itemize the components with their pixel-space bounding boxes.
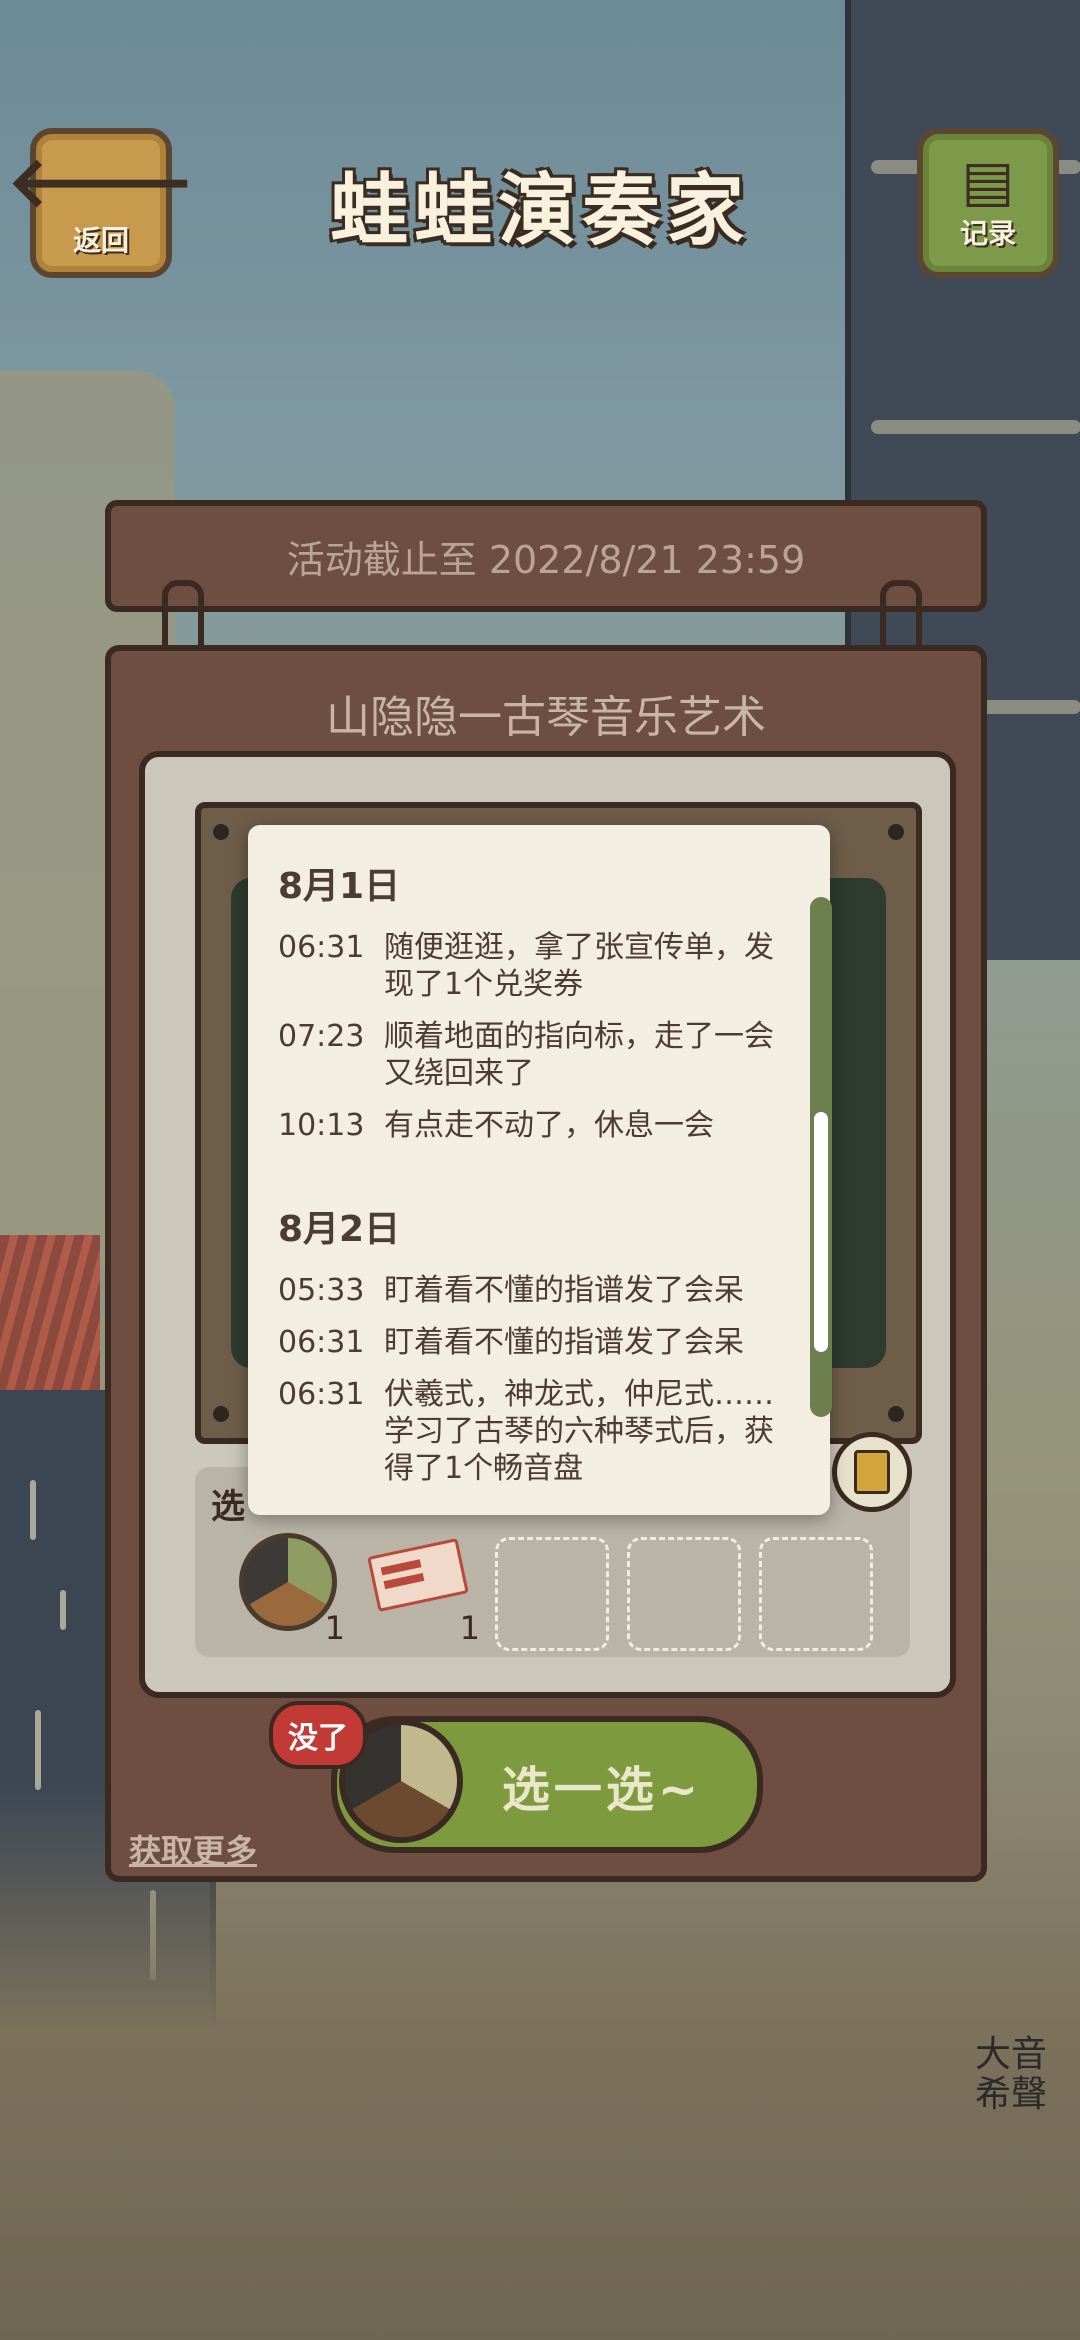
tray-label: 选 — [211, 1487, 245, 1527]
log-scrollbar[interactable] — [810, 897, 832, 1417]
empty-badge: 没了 — [269, 1701, 367, 1769]
record-button[interactable]: ▤ 记录 — [917, 128, 1059, 278]
log-toggle-button[interactable] — [832, 1432, 912, 1512]
log-entry: 06:31 随便逛逛，拿了张宣传单，发现了1个兑奖券 — [278, 929, 790, 1003]
activity-log-popup: 8月1日 06:31 随便逛逛，拿了张宣传单，发现了1个兑奖券 07:23 顺着… — [248, 825, 832, 1515]
deadline-text: 活动截止至 2022/8/21 23:59 — [286, 537, 806, 582]
deadline-sign: 活动截止至 2022/8/21 23:59 — [105, 500, 987, 612]
log-content: 8月1日 06:31 随便逛逛，拿了张宣传单，发现了1个兑奖券 07:23 顺着… — [278, 857, 790, 1502]
watermark-logo: 大音 希聲 — [975, 2034, 1048, 2115]
log-day: 8月1日 06:31 随便逛逛，拿了张宣传单，发现了1个兑奖券 07:23 顺着… — [278, 857, 790, 1144]
log-time: 05:33 — [278, 1273, 365, 1308]
log-day: 8月2日 05:33 盯着看不懂的指谱发了会呆 06:31 盯着看不懂的指谱发了… — [278, 1200, 790, 1487]
empty-slot — [495, 1537, 609, 1651]
log-time: 06:31 — [278, 1377, 365, 1412]
event-title: 山隐隐一古琴音乐艺术 — [326, 692, 766, 743]
log-text: 顺着地面的指向标，走了一会又绕回来了 — [384, 1019, 774, 1091]
log-text: 随便逛逛，拿了张宣传单，发现了1个兑奖券 — [384, 930, 774, 1002]
calendar-icon: ▤ — [961, 149, 1015, 214]
log-scroll-thumb[interactable] — [814, 1112, 828, 1352]
get-more-link[interactable]: 获取更多 — [129, 1826, 257, 1872]
log-text: 盯着看不懂的指谱发了会呆 — [384, 1325, 744, 1360]
log-day-title: 8月1日 — [278, 866, 401, 907]
document-icon — [854, 1450, 890, 1494]
compass-item[interactable]: 1 — [235, 1529, 345, 1647]
log-day-title: 8月2日 — [278, 1209, 401, 1250]
log-entry: 10:13 有点走不动了，休息一会 — [278, 1107, 790, 1144]
item-count: 1 — [459, 1609, 480, 1647]
log-time: 06:31 — [278, 1325, 365, 1360]
log-time: 07:23 — [278, 1019, 365, 1054]
coupon-item[interactable]: 1 — [367, 1529, 480, 1647]
log-entry: 06:31 伏羲式，神龙式，仲尼式……学习了古琴的六种琴式后，获得了1个畅音盘 — [278, 1376, 790, 1487]
log-entry: 05:33 盯着看不懂的指谱发了会呆 — [278, 1272, 790, 1309]
log-time: 10:13 — [278, 1108, 365, 1143]
item-count: 1 — [324, 1609, 345, 1647]
log-entry: 07:23 顺着地面的指向标，走了一会又绕回来了 — [278, 1018, 790, 1092]
coupon-icon — [367, 1538, 469, 1612]
empty-badge-label: 没了 — [288, 1721, 348, 1756]
compass-icon — [239, 1533, 337, 1631]
record-label: 记录 — [959, 217, 1016, 250]
log-text: 伏羲式，神龙式，仲尼式……学习了古琴的六种琴式后，获得了1个畅音盘 — [384, 1377, 774, 1486]
empty-slot — [759, 1537, 873, 1651]
log-text: 有点走不动了，休息一会 — [384, 1108, 714, 1143]
empty-slot — [627, 1537, 741, 1651]
log-text: 盯着看不懂的指谱发了会呆 — [384, 1273, 744, 1308]
log-time: 06:31 — [278, 930, 365, 965]
log-entry: 06:31 盯着看不懂的指谱发了会呆 — [278, 1324, 790, 1361]
